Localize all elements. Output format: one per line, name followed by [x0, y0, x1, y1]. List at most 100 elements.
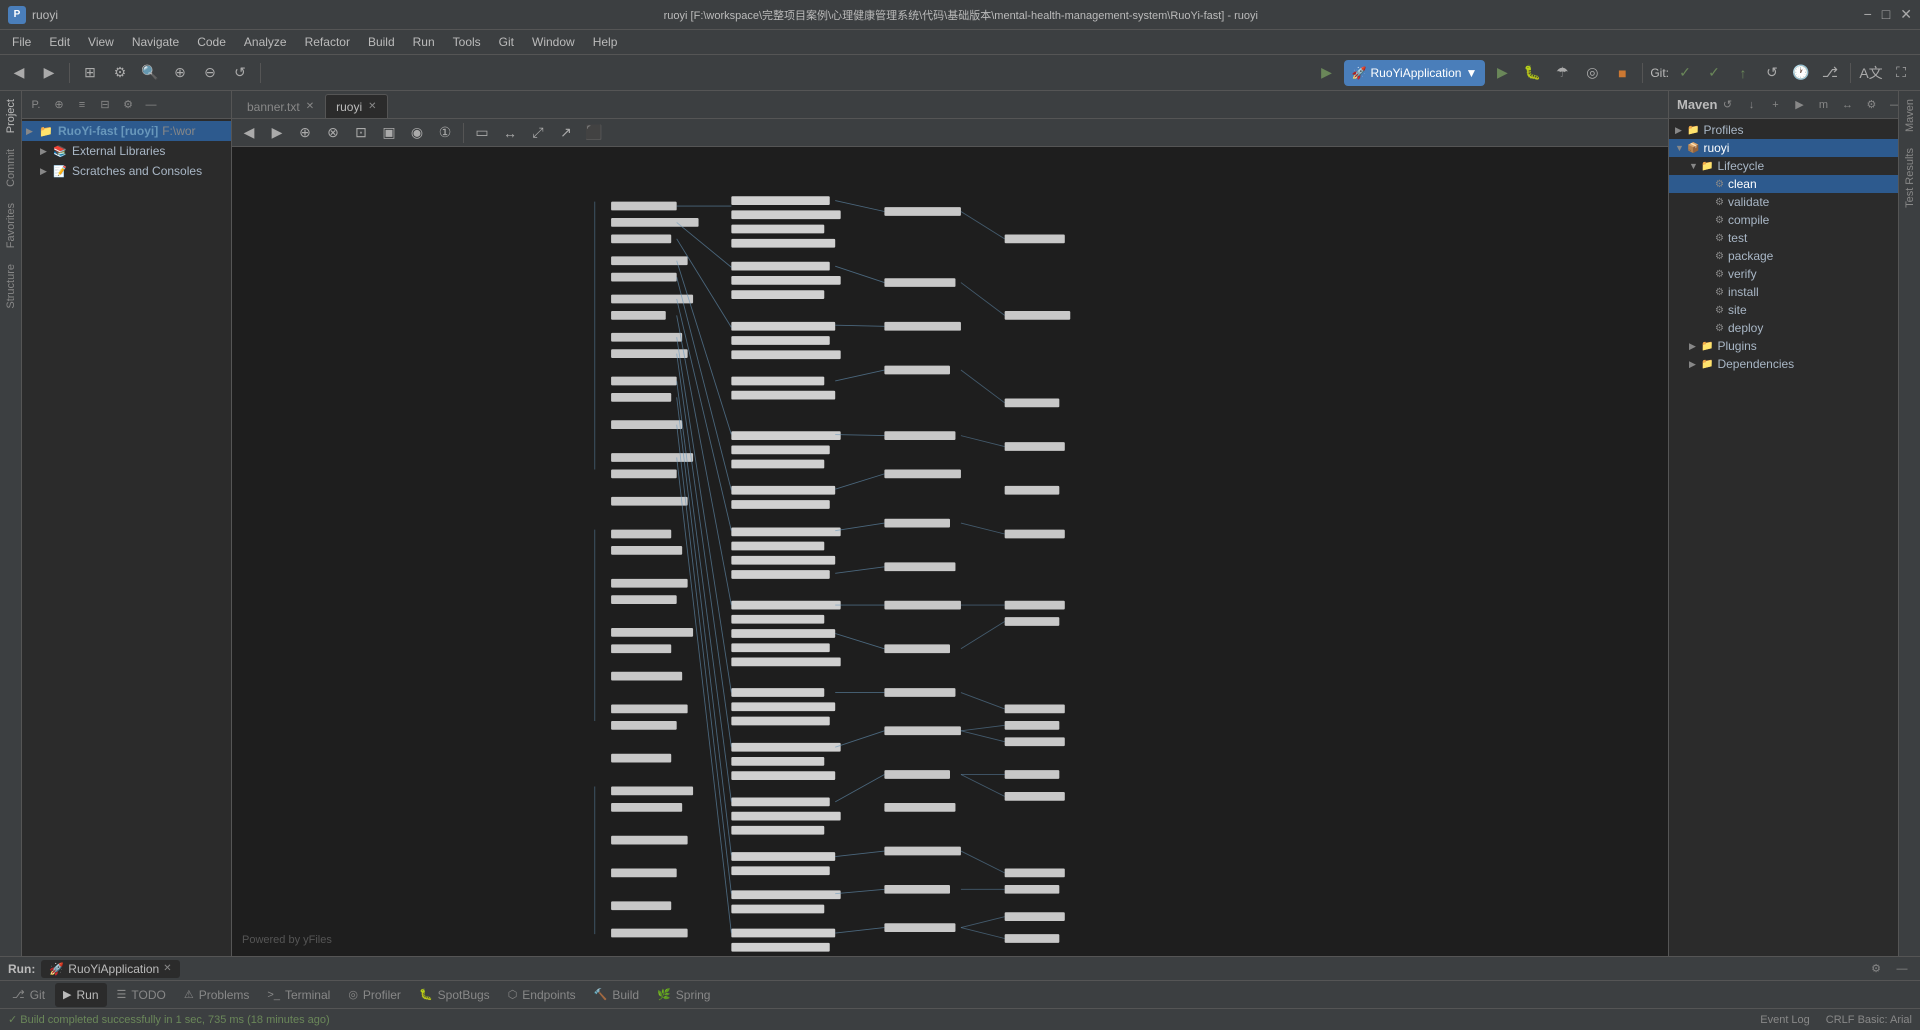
tab-ruoyi-close[interactable]: ✕ [368, 101, 376, 112]
tree-item-external-libs[interactable]: ▶ 📚 External Libraries [22, 141, 231, 161]
tab-git[interactable]: ⎇ Git [4, 983, 53, 1007]
maven-item-deploy[interactable]: ▶ ⚙ deploy [1669, 319, 1898, 337]
diag-export[interactable]: ⬛ [581, 120, 607, 146]
back-btn[interactable]: ◀ [6, 60, 32, 86]
maximize-btn[interactable]: □ [1882, 6, 1890, 23]
maven-run-btn[interactable]: ▶ [1789, 95, 1809, 115]
minimize-btn[interactable]: − [1864, 6, 1872, 23]
fullscreen-btn[interactable]: ⛶ [1888, 60, 1914, 86]
run-tab-close[interactable]: ✕ [163, 963, 171, 974]
run-config-combo[interactable]: 🚀 RuoYiApplication ▼ [1344, 60, 1486, 86]
maven-strip-btn[interactable]: Maven [1904, 91, 1916, 140]
maven-item-lifecycle[interactable]: ▼ 📁 Lifecycle [1669, 157, 1898, 175]
git-refresh-btn[interactable]: ↺ [1759, 60, 1785, 86]
tab-spring[interactable]: 🌿 Spring [649, 983, 718, 1007]
test-results-strip-btn[interactable]: Test Results [1904, 140, 1916, 216]
tab-build[interactable]: 🔨 Build [586, 983, 647, 1007]
commit-strip-btn[interactable]: Commit [2, 141, 20, 195]
run-prev-btn[interactable]: ▶ [1314, 60, 1340, 86]
project-structure-btn[interactable]: ⊞ [77, 60, 103, 86]
tab-ruoyi[interactable]: ruoyi ✕ [325, 94, 387, 118]
maven-item-test[interactable]: ▶ ⚙ test [1669, 229, 1898, 247]
diag-layout[interactable]: ↗ [553, 120, 579, 146]
run-active-tab[interactable]: 🚀 RuoYiApplication ✕ [41, 960, 179, 978]
menu-item-file[interactable]: File [4, 33, 39, 51]
maven-add-btn[interactable]: + [1765, 95, 1785, 115]
run-close-btn[interactable]: — [1892, 959, 1912, 979]
git-update-btn[interactable]: ↑ [1730, 60, 1756, 86]
tab-endpoints[interactable]: ⬡ Endpoints [500, 983, 584, 1007]
tab-banner-close[interactable]: ✕ [306, 101, 314, 112]
translate-btn[interactable]: A文 [1858, 60, 1884, 86]
tree-item-ruoyi[interactable]: ▶ 📁 RuoYi-fast [ruoyi] F:\wor [22, 121, 231, 141]
maven-item-ruoyi[interactable]: ▼ 📦 ruoyi [1669, 139, 1898, 157]
maven-item-site[interactable]: ▶ ⚙ site [1669, 301, 1898, 319]
menu-item-run[interactable]: Run [405, 33, 443, 51]
maven-menu-btn[interactable]: m [1813, 95, 1833, 115]
diag-back[interactable]: ◀ [236, 120, 262, 146]
tab-todo[interactable]: ☰ TODO [109, 983, 174, 1007]
diag-expand[interactable]: ⊕ [292, 120, 318, 146]
maven-item-compile[interactable]: ▶ ⚙ compile [1669, 211, 1898, 229]
build-btn[interactable]: ▶ [1489, 60, 1515, 86]
sync-btn[interactable]: ↺ [227, 60, 253, 86]
menu-item-window[interactable]: Window [524, 33, 583, 51]
git-push-btn[interactable]: ✓ [1701, 60, 1727, 86]
maven-item-deps[interactable]: ▶ 📁 Dependencies [1669, 355, 1898, 373]
run-settings-btn[interactable]: ⚙ [1866, 959, 1886, 979]
maven-item-validate[interactable]: ▶ ⚙ validate [1669, 193, 1898, 211]
menu-item-navigate[interactable]: Navigate [124, 33, 187, 51]
tab-problems[interactable]: ⚠ Problems [176, 983, 258, 1007]
maven-item-clean[interactable]: ▶ ⚙ clean [1669, 175, 1898, 193]
diag-h-arrow[interactable]: ↔ [497, 120, 523, 146]
proj-settings-btn[interactable]: ⚙ [118, 95, 138, 115]
tab-profiler[interactable]: ◎ Profiler [340, 983, 409, 1007]
git-branch-btn[interactable]: ⎇ [1817, 60, 1843, 86]
maven-item-plugins[interactable]: ▶ 📁 Plugins [1669, 337, 1898, 355]
maven-download-btn[interactable]: ↓ [1741, 95, 1761, 115]
maven-item-verify[interactable]: ▶ ⚙ verify [1669, 265, 1898, 283]
menu-item-view[interactable]: View [80, 33, 122, 51]
menu-item-git[interactable]: Git [491, 33, 522, 51]
project-strip-btn[interactable]: Project [2, 91, 20, 141]
diag-rect[interactable]: ▭ [469, 120, 495, 146]
proj-sort-btn[interactable]: ≡ [72, 95, 92, 115]
diag-collapse[interactable]: ⊗ [320, 120, 346, 146]
settings-btn[interactable]: ⚙ [107, 60, 133, 86]
structure-strip-btn[interactable]: Structure [2, 256, 20, 317]
maven-expand-btn[interactable]: ↔ [1837, 95, 1857, 115]
tab-terminal[interactable]: >_ Terminal [259, 983, 338, 1007]
diag-forward[interactable]: ▶ [264, 120, 290, 146]
tab-run[interactable]: ▶ Run [55, 983, 106, 1007]
diag-resize[interactable]: ⤢ [525, 120, 551, 146]
coverage-btn[interactable]: ☂ [1549, 60, 1575, 86]
maven-item-package[interactable]: ▶ ⚙ package [1669, 247, 1898, 265]
diag-target[interactable]: ◉ [404, 120, 430, 146]
proj-gear-btn[interactable]: ⊕ [49, 95, 69, 115]
collapse-btn[interactable]: ⊖ [197, 60, 223, 86]
tab-banner[interactable]: banner.txt ✕ [236, 94, 325, 118]
maven-item-profiles[interactable]: ▶ 📁 Profiles [1669, 121, 1898, 139]
forward-btn[interactable]: ▶ [36, 60, 62, 86]
favorites-strip-btn[interactable]: Favorites [2, 195, 20, 256]
maven-item-install[interactable]: ▶ ⚙ install [1669, 283, 1898, 301]
event-log-btn[interactable]: Event Log [1760, 1014, 1810, 1026]
menu-item-help[interactable]: Help [585, 33, 626, 51]
menu-item-build[interactable]: Build [360, 33, 403, 51]
diag-zoom[interactable]: ▣ [376, 120, 402, 146]
diag-fit[interactable]: ⊡ [348, 120, 374, 146]
tree-item-scratches[interactable]: ▶ 📝 Scratches and Consoles [22, 161, 231, 181]
debug-btn[interactable]: 🐛 [1519, 60, 1545, 86]
profile-btn[interactable]: ◎ [1579, 60, 1605, 86]
diag-num[interactable]: ① [432, 120, 458, 146]
tab-spotbugs[interactable]: 🐛 SpotBugs [411, 983, 498, 1007]
menu-item-edit[interactable]: Edit [41, 33, 78, 51]
stop-btn[interactable]: ■ [1609, 60, 1635, 86]
menu-item-code[interactable]: Code [189, 33, 234, 51]
maven-refresh-btn[interactable]: ↺ [1717, 95, 1737, 115]
git-check-btn[interactable]: ✓ [1672, 60, 1698, 86]
git-history-btn[interactable]: 🕐 [1788, 60, 1814, 86]
proj-filter-btn[interactable]: ⊟ [95, 95, 115, 115]
menu-item-analyze[interactable]: Analyze [236, 33, 295, 51]
close-btn[interactable]: ✕ [1900, 6, 1912, 23]
